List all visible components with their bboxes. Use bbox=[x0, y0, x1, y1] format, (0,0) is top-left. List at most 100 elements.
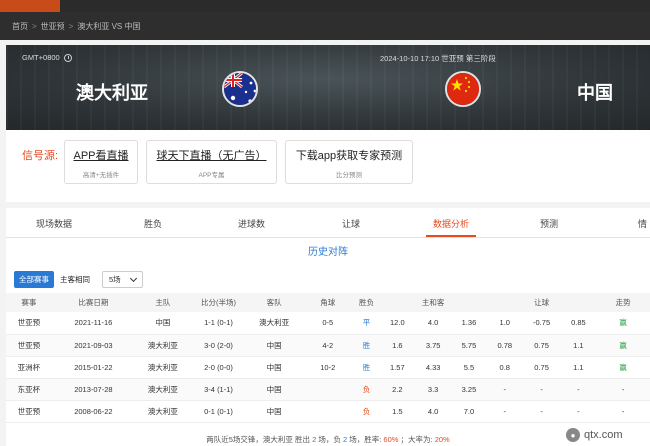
cell-handicap: -0.75 bbox=[522, 312, 561, 335]
table-row[interactable]: 世亚预 2021-11-16 中国 1-1 (0-1) 澳大利亚 0-5 平 1… bbox=[6, 312, 650, 335]
cell-away: 中国 bbox=[246, 400, 302, 423]
qtx-live-button[interactable]: 球天下直播（无广告） APP专属 bbox=[146, 140, 277, 184]
cell-handicap: 0.75 bbox=[522, 334, 561, 357]
active-tab-indicator bbox=[426, 235, 476, 237]
cell-handicap: 1.0 bbox=[486, 312, 523, 335]
breadcrumb: 首页 > 世亚预 > 澳大利亚 VS 中国 bbox=[0, 12, 650, 40]
cell-handicap: - bbox=[522, 400, 561, 423]
section-title: 历史对阵 bbox=[308, 247, 348, 258]
cell-corners: 0-5 bbox=[301, 312, 354, 335]
app-live-sub: 高清+无插件 bbox=[82, 172, 120, 179]
cell-score: 3-4 (1-1) bbox=[190, 378, 247, 401]
qtx-live-title: 球天下直播（无广告） bbox=[156, 150, 267, 162]
signal-source-panel: 信号源: APP看直播 高清+无插件 球天下直播（无广告） APP专属 下载ap… bbox=[6, 130, 650, 202]
breadcrumb-home[interactable]: 首页 bbox=[12, 21, 28, 32]
australia-flag-icon bbox=[222, 71, 258, 107]
cell-odds: 4.0 bbox=[415, 312, 452, 335]
tab-data-analysis[interactable]: 数据分析 bbox=[433, 217, 469, 230]
app-live-title: APP看直播 bbox=[73, 150, 129, 162]
col-odds-a bbox=[451, 293, 487, 312]
same-home-away-button[interactable]: 主客相同 bbox=[60, 274, 90, 285]
col-odds-h bbox=[379, 293, 416, 312]
cell-odds: 3.75 bbox=[415, 334, 452, 357]
cell-date: 2013-07-28 bbox=[51, 378, 136, 401]
breadcrumb-separator: > bbox=[68, 21, 74, 31]
match-count-select[interactable]: 5场 bbox=[102, 271, 143, 288]
cell-corners: 4-2 bbox=[301, 334, 354, 357]
tab-win-loss[interactable]: 胜负 bbox=[144, 217, 162, 230]
match-tabs: 现场数据 胜负 进球数 让球 数据分析 预测 情 bbox=[6, 208, 650, 238]
cell-handicap: 1.1 bbox=[560, 334, 597, 357]
cell-handicap: - bbox=[560, 378, 597, 401]
watermark-text: qtx.com bbox=[584, 429, 623, 441]
cell-handicap: 0.8 bbox=[486, 356, 523, 379]
summary-text: 场，负 bbox=[318, 435, 341, 444]
cell-event: 世亚预 bbox=[6, 312, 52, 335]
cell-odds: 5.75 bbox=[451, 334, 487, 357]
col-trend: 走势 bbox=[596, 293, 650, 312]
cell-result: 胜 bbox=[353, 356, 380, 379]
cell-odds: 7.0 bbox=[451, 400, 487, 423]
summary-text: 场，胜率: bbox=[349, 435, 382, 444]
signal-source-label: 信号源: bbox=[22, 150, 59, 162]
cell-date: 2015-01-22 bbox=[51, 356, 136, 379]
history-table: 赛事 比赛日期 主队 比分(半场) 客队 角球 胜负 主和客 让球 走势 世亚预… bbox=[6, 293, 650, 423]
cell-odds: 1.6 bbox=[379, 334, 416, 357]
cell-event: 世亚预 bbox=[6, 400, 52, 423]
summary-wins: 2 bbox=[312, 435, 317, 444]
cell-away: 中国 bbox=[246, 356, 302, 379]
cell-score: 1-1 (0-1) bbox=[190, 312, 247, 335]
col-score: 比分(半场) bbox=[190, 293, 247, 312]
table-row[interactable]: 世亚预 2021-09-03 澳大利亚 3-0 (2-0) 中国 4-2 胜 1… bbox=[6, 334, 650, 357]
analysis-content: 历史对阵 全部赛事 主客相同 5场 赛事 比赛日期 主队 比分(半场) 客队 角… bbox=[6, 238, 650, 446]
top-stripe bbox=[0, 0, 650, 12]
col-result: 胜负 bbox=[353, 293, 380, 312]
summary-win-rate: 60% bbox=[383, 435, 399, 444]
cell-trend: 赢 bbox=[596, 312, 650, 335]
cell-score: 0-1 (0-1) bbox=[190, 400, 247, 423]
head-to-head-summary: 两队近5场交锋，澳大利亚 胜出 2 场，负 2 场，胜率: 60% ；大率为: … bbox=[6, 434, 650, 445]
chevron-down-icon bbox=[129, 274, 137, 282]
tab-handicap[interactable]: 让球 bbox=[342, 217, 360, 230]
cell-odds: 1.5 bbox=[379, 400, 416, 423]
tab-more[interactable]: 情 bbox=[638, 217, 647, 230]
match-header: GMT+0800 2024-10-10 17:10 世亚预 第三阶段 澳大利亚 bbox=[6, 45, 650, 130]
summary-prefix: 两队近5场交锋，澳大利亚 胜出 bbox=[206, 435, 311, 444]
cell-odds: 1.57 bbox=[379, 356, 416, 379]
match-count-value: 5场 bbox=[109, 275, 121, 284]
clock-icon bbox=[63, 53, 72, 62]
cell-odds: 12.0 bbox=[379, 312, 416, 335]
cell-event: 东亚杯 bbox=[6, 378, 52, 401]
table-row[interactable]: 亚洲杯 2015-01-22 澳大利亚 2-0 (0-0) 中国 10-2 胜 … bbox=[6, 356, 650, 379]
all-events-button[interactable]: 全部赛事 bbox=[14, 271, 54, 288]
breadcrumb-separator: > bbox=[32, 21, 37, 31]
cell-odds: 2.2 bbox=[379, 378, 416, 401]
match-info: 2024-10-10 17:10 世亚预 第三阶段 bbox=[380, 54, 496, 63]
tab-prediction[interactable]: 预测 bbox=[540, 217, 558, 230]
table-row[interactable]: 东亚杯 2013-07-28 澳大利亚 3-4 (1-1) 中国 负 2.2 3… bbox=[6, 378, 650, 401]
table-row[interactable]: 世亚预 2008-06-22 澳大利亚 0-1 (0-1) 中国 负 1.5 4… bbox=[6, 400, 650, 423]
cell-home: 澳大利亚 bbox=[135, 334, 191, 357]
cell-handicap: - bbox=[486, 400, 523, 423]
download-app-sub: 比分预测 bbox=[336, 172, 362, 179]
filters: 全部赛事 主客相同 5场 bbox=[14, 271, 143, 288]
cell-handicap: - bbox=[560, 400, 597, 423]
cell-event: 亚洲杯 bbox=[6, 356, 52, 379]
tab-goals[interactable]: 进球数 bbox=[238, 217, 265, 230]
col-hc-h bbox=[486, 293, 523, 312]
tab-live-data[interactable]: 现场数据 bbox=[36, 217, 72, 230]
cell-handicap: 0.78 bbox=[486, 334, 523, 357]
cell-handicap: - bbox=[522, 378, 561, 401]
site-logo-icon: ● bbox=[566, 428, 580, 442]
cell-result: 负 bbox=[353, 378, 380, 401]
app-live-button[interactable]: APP看直播 高清+无插件 bbox=[64, 140, 138, 184]
breadcrumb-league[interactable]: 世亚预 bbox=[41, 21, 65, 32]
cell-odds: 5.5 bbox=[451, 356, 487, 379]
col-odds-d: 主和客 bbox=[415, 293, 452, 312]
cell-score: 2-0 (0-0) bbox=[190, 356, 247, 379]
col-event: 赛事 bbox=[6, 293, 52, 312]
timezone[interactable]: GMT+0800 bbox=[22, 53, 72, 62]
cell-trend: - bbox=[596, 378, 650, 401]
cell-odds: 3.3 bbox=[415, 378, 452, 401]
download-app-button[interactable]: 下载app获取专家预测 比分预测 bbox=[285, 140, 413, 184]
